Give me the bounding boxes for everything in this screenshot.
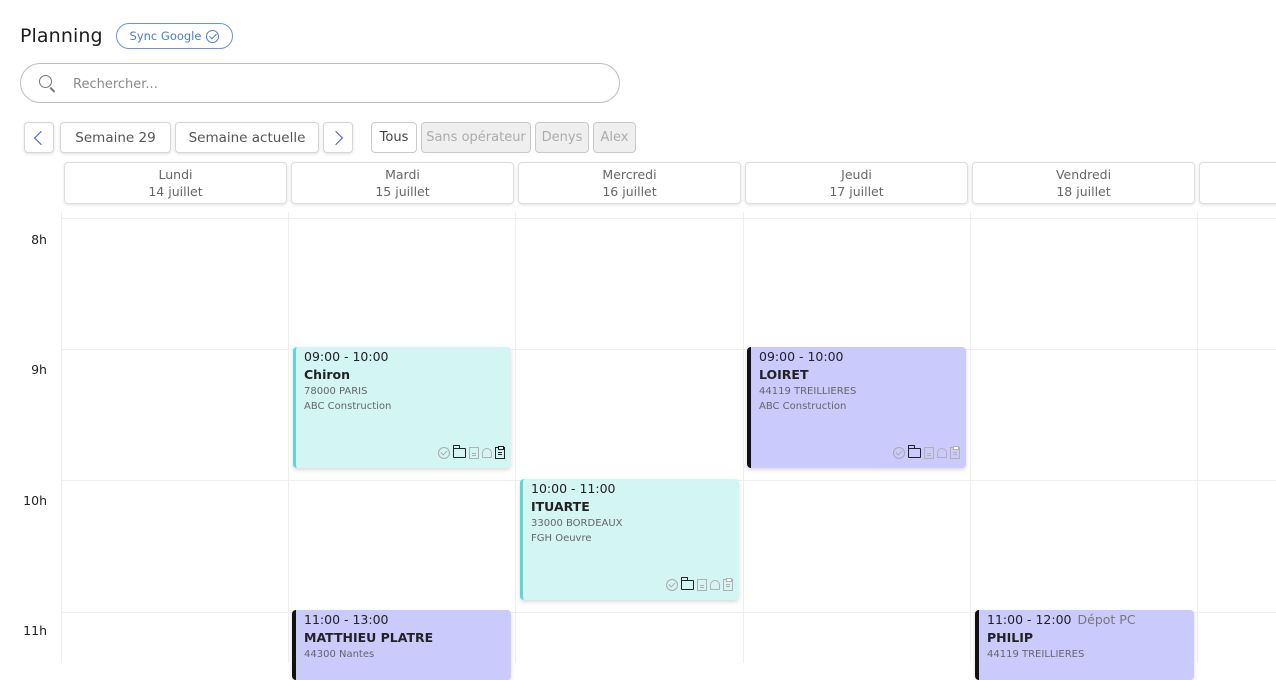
day-header-wednesday: Mercredi 16 juillet (518, 162, 741, 204)
event-card[interactable]: 11:00 - 13:00 MATTHIEU PLATRE 44300 Nant… (292, 610, 511, 680)
day-name: Mercredi (602, 167, 657, 182)
event-time-range: 11:00 - 12:00 (987, 612, 1072, 627)
event-card[interactable]: 10:00 - 11:00 ITUARTE 33000 BORDEAUX FGH… (520, 479, 739, 600)
document-icon[interactable] (924, 447, 934, 459)
day-header-tuesday: Mardi 15 juillet (291, 162, 514, 204)
day-column-divider (61, 212, 62, 663)
day-date: 16 juillet (602, 184, 657, 199)
filter-all-button[interactable]: Tous (371, 122, 417, 153)
event-card[interactable]: 09:00 - 10:00 Chiron 78000 PARIS ABC Con… (293, 347, 511, 468)
event-address: 44119 TREILLIERES (759, 386, 857, 397)
filter-denys-button[interactable]: Denys (535, 122, 589, 153)
day-header-saturday-partial (1199, 162, 1276, 204)
search-input[interactable] (71, 72, 595, 96)
event-address: 78000 PARIS (304, 386, 368, 397)
day-header-thursday: Jeudi 17 juillet (745, 162, 968, 204)
folder-icon[interactable] (453, 445, 466, 458)
clipboard-icon[interactable] (950, 446, 960, 459)
event-card[interactable]: 11:00 - 12:00 Dépot PC PHILIP 44119 TREIL… (975, 610, 1194, 680)
validated-icon[interactable] (438, 447, 450, 459)
event-time: 09:00 - 10:00 (759, 349, 844, 364)
hour-gridline (62, 218, 1276, 219)
filter-alex-button[interactable]: Alex (593, 122, 636, 153)
bell-icon[interactable] (710, 580, 720, 590)
folder-icon[interactable] (681, 577, 694, 590)
chevron-left-icon (33, 130, 49, 145)
day-header-monday: Lundi 14 juillet (64, 162, 287, 204)
day-name: Lundi (158, 167, 193, 182)
event-time: 09:00 - 10:00 (304, 349, 389, 364)
event-client: ITUARTE (531, 499, 590, 514)
page-title: Planning (20, 25, 103, 47)
event-company: FGH Oeuvre (531, 533, 592, 544)
event-time: 11:00 - 12:00 Dépot PC (987, 611, 1194, 628)
validated-icon[interactable] (893, 447, 905, 459)
event-address: 33000 BORDEAUX (531, 518, 623, 529)
event-card[interactable]: 09:00 - 10:00 LOIRET 44119 TREILLIERES A… (747, 347, 966, 468)
hour-label: 10h (23, 493, 47, 508)
current-week-button[interactable]: Semaine actuelle (175, 122, 319, 153)
day-column-divider (288, 212, 289, 663)
previous-week-button[interactable] (24, 122, 54, 153)
event-status-icons (438, 445, 505, 459)
hour-label: 11h (23, 623, 47, 638)
day-column-divider (1197, 212, 1198, 663)
event-client: PHILIP (987, 630, 1034, 645)
day-date: 14 juillet (148, 184, 203, 199)
bell-icon[interactable] (937, 448, 947, 458)
week-number-button[interactable]: Semaine 29 (60, 122, 171, 153)
filter-no-operator-button[interactable]: Sans opérateur (421, 122, 531, 153)
day-name: Mardi (385, 167, 420, 182)
event-client: LOIRET (759, 367, 809, 382)
hour-gridline (62, 349, 1276, 350)
chevron-right-icon (328, 130, 344, 145)
day-column-divider (515, 212, 516, 663)
day-name: Vendredi (1055, 167, 1112, 182)
hour-label: 9h (31, 362, 47, 377)
event-address: 44300 Nantes (304, 649, 375, 660)
next-week-button[interactable] (323, 122, 353, 153)
clipboard-icon[interactable] (723, 578, 733, 591)
event-status-icons (666, 577, 733, 591)
sync-google-label: Sync Google (129, 29, 202, 43)
event-time: 10:00 - 11:00 (531, 481, 616, 496)
event-company: ABC Construction (304, 401, 392, 412)
day-date: 15 juillet (375, 184, 430, 199)
event-tag: Dépot PC (1077, 612, 1136, 627)
day-date: 18 juillet (1056, 184, 1111, 199)
event-company: ABC Construction (759, 401, 847, 412)
event-time: 11:00 - 13:00 (304, 612, 389, 627)
hour-label: 8h (31, 232, 47, 247)
sync-google-button[interactable]: Sync Google (116, 23, 233, 49)
day-column-divider (970, 212, 971, 663)
document-icon[interactable] (469, 447, 479, 459)
day-name: Jeudi (841, 167, 872, 182)
day-column-divider (743, 212, 744, 663)
clipboard-icon[interactable] (495, 446, 505, 459)
event-client: Chiron (304, 367, 351, 382)
validated-icon[interactable] (666, 579, 678, 591)
day-date: 17 juillet (829, 184, 884, 199)
search-icon (39, 75, 52, 88)
bell-icon[interactable] (482, 448, 492, 458)
event-address: 44119 TREILLIERES (987, 649, 1085, 660)
event-client: MATTHIEU PLATRE (304, 630, 434, 645)
day-header-friday: Vendredi 18 juillet (972, 162, 1195, 204)
event-status-icons (893, 445, 960, 459)
folder-icon[interactable] (908, 445, 921, 458)
document-icon[interactable] (697, 579, 707, 591)
search-bar (20, 63, 620, 103)
check-circle-icon (206, 29, 220, 43)
